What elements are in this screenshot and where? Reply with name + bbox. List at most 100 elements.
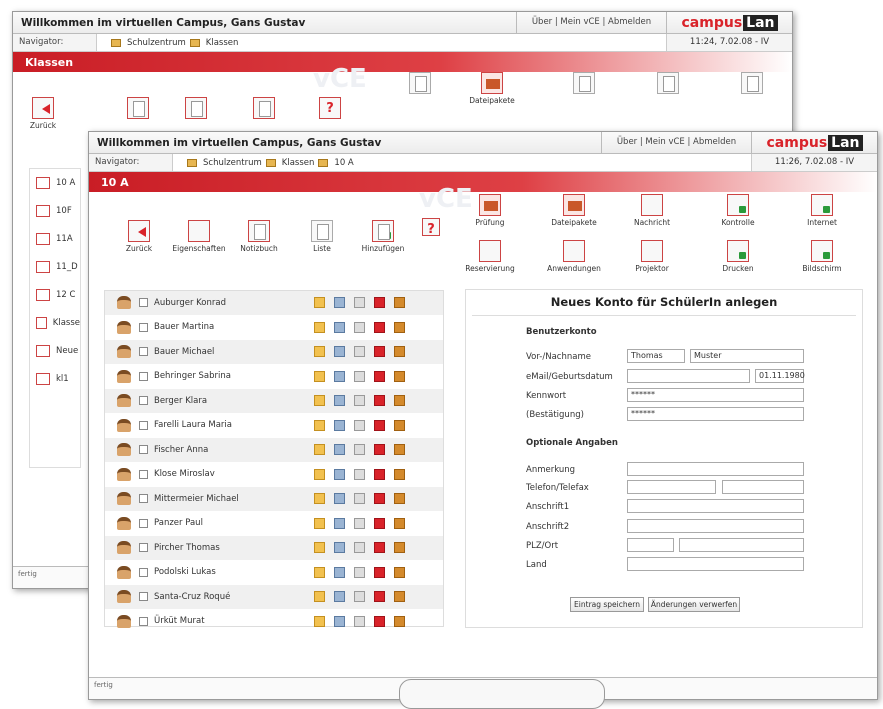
toolbar-button[interactable] <box>249 97 279 121</box>
student-checkbox[interactable] <box>139 396 148 406</box>
table-row[interactable]: Auburger Konrad <box>105 291 443 316</box>
toolbar-button[interactable] <box>737 72 767 96</box>
exam-button[interactable]: Prüfung <box>465 194 515 227</box>
user-edit-icon[interactable] <box>334 370 345 382</box>
user-edit-icon[interactable] <box>334 444 345 456</box>
keys-icon[interactable] <box>314 615 325 627</box>
notebook-icon[interactable] <box>354 591 365 603</box>
student-checkbox[interactable] <box>139 347 148 357</box>
breadcrumb-item[interactable]: Klassen <box>206 38 239 48</box>
fax-input[interactable] <box>722 480 804 494</box>
breadcrumb-item[interactable]: Schulzentrum <box>127 38 186 48</box>
lock-icon[interactable] <box>394 444 405 456</box>
notebook-icon[interactable] <box>354 321 365 333</box>
keys-icon[interactable] <box>314 444 325 456</box>
user-edit-icon[interactable] <box>334 419 345 431</box>
first-name-input[interactable]: Thomas <box>627 349 685 363</box>
table-row[interactable]: Farelli Laura Maria <box>105 414 443 438</box>
user-edit-icon[interactable] <box>334 297 345 309</box>
student-checkbox[interactable] <box>139 371 148 381</box>
delete-icon[interactable] <box>374 493 385 505</box>
lock-icon[interactable] <box>394 395 405 407</box>
student-checkbox[interactable] <box>139 592 148 602</box>
password-input[interactable]: ****** <box>627 388 804 402</box>
list-button[interactable]: Liste <box>305 220 339 253</box>
internet-button[interactable]: Internet <box>797 194 847 227</box>
address2-input[interactable] <box>627 519 804 533</box>
notebook-icon[interactable] <box>354 517 365 529</box>
print-button[interactable]: Drucken <box>713 240 763 273</box>
keys-icon[interactable] <box>314 591 325 603</box>
delete-icon[interactable] <box>374 444 385 456</box>
notebook-icon[interactable] <box>354 370 365 382</box>
keys-icon[interactable] <box>314 370 325 382</box>
keys-icon[interactable] <box>314 566 325 578</box>
user-edit-icon[interactable] <box>334 493 345 505</box>
list-item[interactable]: 12 C <box>30 281 80 309</box>
keys-icon[interactable] <box>314 542 325 554</box>
list-item[interactable]: 10 A <box>30 169 80 197</box>
lock-icon[interactable] <box>394 566 405 578</box>
list-item[interactable]: 11_D <box>30 253 80 281</box>
lock-icon[interactable] <box>394 517 405 529</box>
user-edit-icon[interactable] <box>334 395 345 407</box>
student-checkbox[interactable] <box>139 567 148 577</box>
message-button[interactable]: Nachricht <box>627 194 677 227</box>
lock-icon[interactable] <box>394 346 405 358</box>
screen-button[interactable]: Bildschirm <box>797 240 847 273</box>
table-row[interactable]: Bauer Michael <box>105 340 443 365</box>
back-button[interactable]: Zurück <box>23 97 63 130</box>
student-checkbox[interactable] <box>139 518 148 528</box>
user-edit-icon[interactable] <box>334 542 345 554</box>
keys-icon[interactable] <box>314 517 325 529</box>
zip-input[interactable] <box>627 538 674 552</box>
lock-icon[interactable] <box>394 297 405 309</box>
lock-icon[interactable] <box>394 468 405 480</box>
top-links[interactable]: Über | Mein vCE | Abmelden <box>601 132 751 153</box>
table-row[interactable]: Bauer Martina <box>105 316 443 340</box>
user-edit-icon[interactable] <box>334 346 345 358</box>
discard-changes-button[interactable]: Änderungen verwerfen <box>648 597 740 612</box>
lock-icon[interactable] <box>394 591 405 603</box>
notebook-icon[interactable] <box>354 395 365 407</box>
keys-icon[interactable] <box>314 419 325 431</box>
password-confirm-input[interactable]: ****** <box>627 407 804 421</box>
note-input[interactable] <box>627 462 804 476</box>
lock-icon[interactable] <box>394 542 405 554</box>
address1-input[interactable] <box>627 499 804 513</box>
back-button[interactable]: Zurück <box>119 220 159 253</box>
notebook-icon[interactable] <box>354 444 365 456</box>
notebook-icon[interactable] <box>354 419 365 431</box>
list-item[interactable]: kl1 <box>30 365 80 393</box>
applications-button[interactable]: Anwendungen <box>545 240 603 273</box>
student-checkbox[interactable] <box>139 298 148 308</box>
notebook-icon[interactable] <box>354 297 365 309</box>
table-row[interactable]: Klose Miroslav <box>105 463 443 487</box>
delete-icon[interactable] <box>374 370 385 382</box>
add-button[interactable]: Hinzufügen <box>355 220 411 253</box>
keys-icon[interactable] <box>314 493 325 505</box>
email-input[interactable] <box>627 369 750 383</box>
delete-icon[interactable] <box>374 419 385 431</box>
delete-icon[interactable] <box>374 517 385 529</box>
table-row[interactable]: Santa-Cruz Roqué <box>105 585 443 610</box>
lock-icon[interactable] <box>394 370 405 382</box>
user-edit-icon[interactable] <box>334 615 345 627</box>
user-edit-icon[interactable] <box>334 468 345 480</box>
table-row[interactable]: Berger Klara <box>105 389 443 414</box>
birthdate-input[interactable]: 01.11.1980 <box>755 369 805 383</box>
toolbar-button[interactable] <box>181 97 211 121</box>
lock-icon[interactable] <box>394 321 405 333</box>
file-packages-button[interactable]: Dateipakete <box>468 72 516 105</box>
notebook-icon[interactable] <box>354 493 365 505</box>
keys-icon[interactable] <box>314 346 325 358</box>
notebook-icon[interactable] <box>354 346 365 358</box>
user-edit-icon[interactable] <box>334 321 345 333</box>
table-row[interactable]: Ürküt Murat <box>105 610 443 634</box>
notebook-button[interactable]: Notizbuch <box>237 220 281 253</box>
list-item[interactable]: Klasse <box>30 309 80 337</box>
list-item[interactable]: Neue <box>30 337 80 365</box>
delete-icon[interactable] <box>374 542 385 554</box>
delete-icon[interactable] <box>374 395 385 407</box>
student-checkbox[interactable] <box>139 420 148 430</box>
